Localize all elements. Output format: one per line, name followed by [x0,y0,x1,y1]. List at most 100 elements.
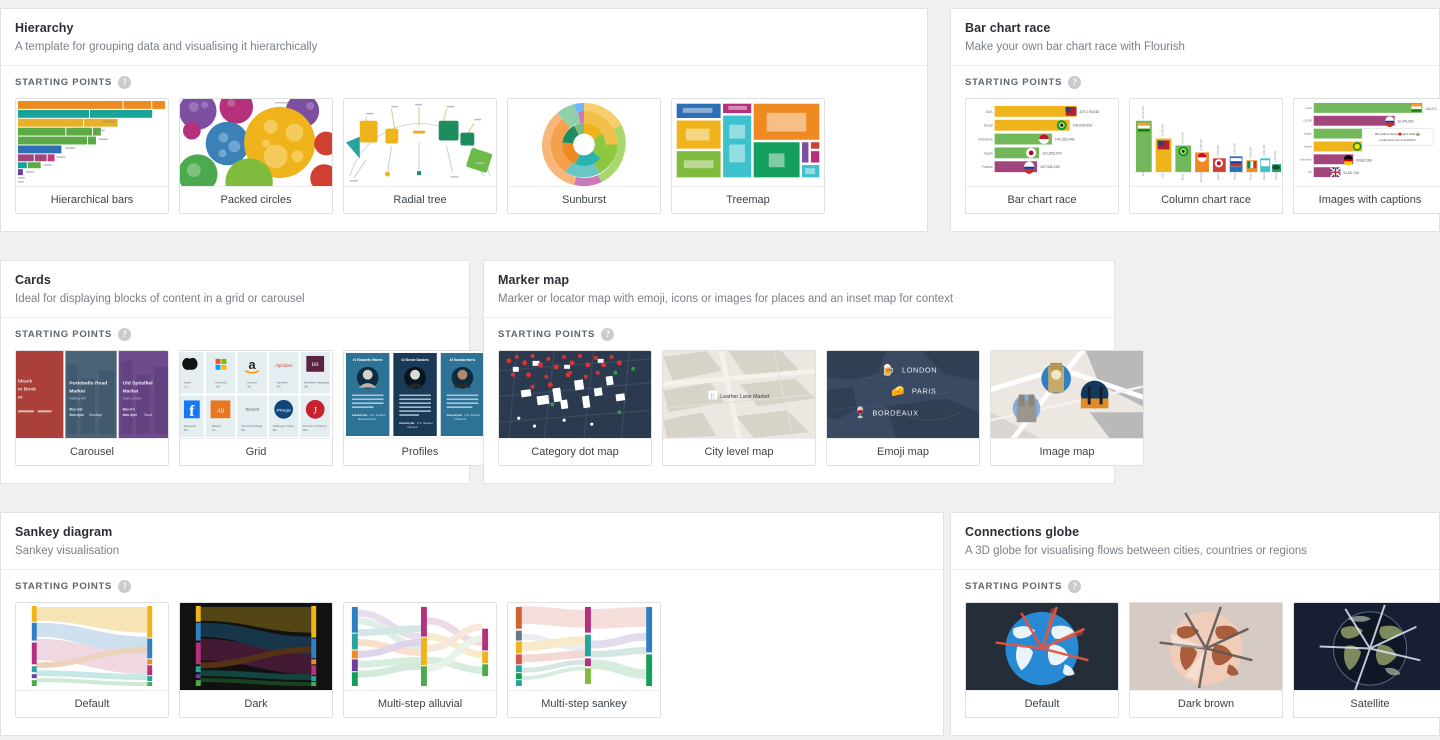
panel-title: Marker map [498,273,570,287]
panel-title: Hierarchy [15,21,74,35]
template-card-radial-tree[interactable]: Radial tree [343,97,497,214]
template-card-hierarchical-bars[interactable]: Hierarchical bars [15,97,169,214]
svg-text:USA: USA [1161,172,1165,178]
template-card-profiles[interactable]: #1 Elizabeth Warren #2 Bernie Sanders #3… [343,349,497,466]
grid-graphic: a Alphabet BH f Ali Tencent JPMorgan J A… [180,350,332,438]
template-card-label: Packed circles [220,193,292,206]
help-circle-icon[interactable]: ? [1068,75,1082,89]
template-card-grid[interactable]: a Alphabet BH f Ali Tencent JPMorgan J A… [179,349,333,466]
starting-points-row: STARTING POINTS ? [1,318,469,341]
template-card-label: Column chart race [1161,193,1251,206]
thumbnail-treemap [672,98,824,187]
template-card-image-map[interactable]: Image map [990,349,1144,466]
template-card-multi-step-alluvial[interactable]: Multi-step alluvial [343,601,497,718]
template-card-globe-dark-brown[interactable]: Dark brown [1129,601,1283,718]
template-card-globe-satellite[interactable]: Satellite [1293,601,1440,718]
svg-text:Market: Market [69,388,85,394]
svg-text:U.S. Senator: U.S. Senator [417,421,433,425]
svg-text:Tencent Holdings: Tencent Holdings [241,424,263,428]
panel-cards: Cards Ideal for displaying blocks of con… [0,260,497,484]
template-card-list: USA Brazil Indonesia Japan Russia 207,27… [951,89,1440,230]
help-circle-icon[interactable]: ? [118,75,132,89]
svg-text:🧀: 🧀 [891,385,905,397]
template-card-label: Category dot map [531,445,619,458]
panel-header: Bar chart race Make your own bar chart r… [951,9,1439,66]
svg-text:Amazon: Amazon [247,380,258,384]
template-card-images-with-captions[interactable]: India USSR Japan Brazil Germany UK 143,2… [1293,97,1440,214]
thumbnail-sankey-default [16,602,168,691]
svg-text:#1 Elizabeth Warren: #1 Elizabeth Warren [353,357,383,361]
svg-text:Alphabet: Alphabet [275,362,293,367]
template-card-list: Hierarchical bars Packed circles Radial … [1,89,927,230]
help-circle-icon[interactable]: ? [118,327,132,341]
template-card-sunburst[interactable]: Sunburst [507,97,661,214]
svg-text:JPMorgan: JPMorgan [276,408,291,412]
starting-points-label: STARTING POINTS [15,328,113,340]
svg-text:107,340,253: 107,340,253 [1040,165,1060,169]
panel-header: Cards Ideal for displaying blocks of con… [1,261,469,318]
template-card-label: Dark [244,697,268,710]
template-card-sankey-dark[interactable]: Dark [179,601,333,718]
svg-text:5th: 5th [304,384,308,388]
svg-text:Portobello Road: Portobello Road [69,380,107,386]
profiles-graphic: #1 Elizabeth Warren #2 Bernie Sanders #3… [344,350,496,438]
template-card-packed-circles[interactable]: Packed circles [179,97,333,214]
template-card-treemap[interactable]: Treemap [671,97,825,214]
svg-text:144,253,448: 144,253,448 [1055,137,1075,141]
template-card-multi-step-sankey[interactable]: Multi-step sankey [507,601,661,718]
panel-header: Sankey diagram Sankey visualisation [1,513,943,570]
template-card-sankey-default[interactable]: Default [15,601,169,718]
svg-text:UK: UK [1308,170,1312,174]
template-card-label: Radial tree [393,193,447,206]
template-card-city-level-map[interactable]: 🍴 Leather Lane Market City level map [662,349,816,466]
svg-text:m Book: m Book [18,386,36,392]
template-card-column-chart-race[interactable]: 22,000,000 13,000,000 9,000,000 6,000,00… [1129,97,1283,214]
svg-text:6th: 6th [184,428,188,432]
template-card-globe-default[interactable]: Default [965,601,1119,718]
template-card-bar-chart-race[interactable]: USA Brazil Indonesia Japan Russia 207,27… [965,97,1119,214]
svg-text:Alphabet: Alphabet [277,380,288,384]
sunburst-graphic [508,98,660,186]
panel-hierarchy: Hierarchy A template for grouping data a… [0,8,928,232]
svg-text:9th: 9th [273,428,277,432]
svg-text:2,000,000: 2,000,000 [1273,150,1277,162]
template-card-carousel[interactable]: bback m Book et Portobello Road Market N… [15,349,169,466]
template-card-emoji-map[interactable]: 🍺 LONDON 🧀 PARIS 🍷 BORDEAUX Emoji map [826,349,980,466]
template-card-list: Default [1,593,943,734]
svg-text:8th: 8th [241,428,245,432]
svg-text:143,271,: 143,271, [1425,106,1437,110]
svg-text:3rd: 3rd [247,384,251,388]
svg-text:Alibaba: Alibaba [212,424,222,428]
svg-text:California: California [455,417,467,421]
template-card-category-dot-map[interactable]: Category dot map [498,349,652,466]
svg-text:10th: 10th [302,428,308,432]
svg-text:Market: Market [123,388,139,394]
template-card-list: Category dot map 🍴 Leather Lane Market C… [484,341,1144,482]
help-circle-icon[interactable]: ? [1068,579,1082,593]
template-card-label: Dark brown [1177,697,1235,710]
image-map-graphic [991,350,1143,438]
svg-text:Tencent: Tencent [245,406,260,411]
help-circle-icon[interactable]: ? [601,327,615,341]
svg-text:Mexico: Mexico [1248,171,1252,180]
panel-title: Connections globe [965,525,1080,539]
svg-text:U.S. Senator: U.S. Senator [464,413,480,417]
svg-text:Microsoft: Microsoft [216,380,227,384]
svg-text:Ali: Ali [217,408,225,414]
category-dot-map-graphic [499,350,651,438]
help-circle-icon[interactable]: ? [118,579,132,593]
svg-text:Vermont: Vermont [407,425,417,429]
thumbnail-emoji-map: 🍺 LONDON 🧀 PARIS 🍷 BORDEAUX [827,350,979,439]
thumbnail-bar-chart-race: USA Brazil Indonesia Japan Russia 207,27… [966,98,1118,187]
thumbnail-radial-tree [344,98,496,187]
template-card-label: Emoji map [877,445,929,458]
starting-points-label: STARTING POINTS [965,580,1063,592]
thumbnail-sankey-dark [180,602,332,691]
thumbnail-category-dot-map [499,350,651,439]
svg-text:East London: East London [123,396,142,400]
svg-text:Old Spitalfiel: Old Spitalfiel [123,380,154,386]
starting-points-row: STARTING POINTS ? [951,570,1439,593]
template-card-label: Default [74,697,110,710]
multi-step-alluvial-graphic [344,602,496,690]
multi-step-sankey-graphic [508,602,660,690]
